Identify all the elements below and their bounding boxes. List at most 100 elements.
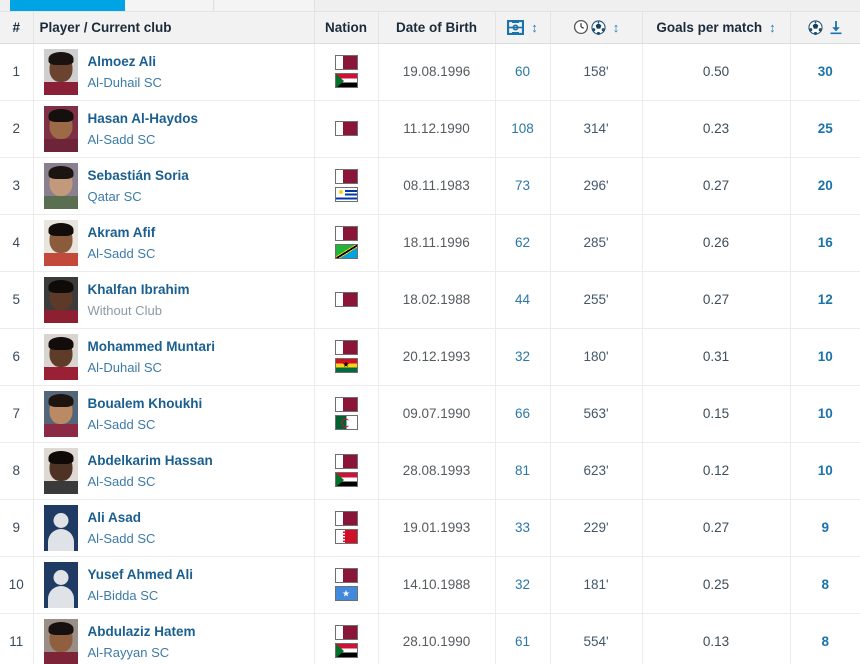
soccer-ball-icon xyxy=(591,20,606,35)
table-row[interactable]: 5 Khalfan Ibrahim Without Club 18.02.1988 44… xyxy=(0,271,860,329)
goals-cell: 8 xyxy=(790,556,860,614)
goals-per-match-cell: 0.13 xyxy=(642,613,791,664)
flag-qa-icon xyxy=(334,55,358,70)
table-row[interactable]: 3 Sebastián Soria Qatar SC 08.11.1983 73 296'… xyxy=(0,157,860,215)
goals-per-match-cell: 0.23 xyxy=(642,100,791,158)
goals-per-match-cell: 0.27 xyxy=(642,271,791,329)
club-name-link[interactable]: Al-Sadd SC xyxy=(88,473,213,490)
player-name-link[interactable]: Almoez Ali xyxy=(88,53,162,71)
flag-tz-icon xyxy=(334,244,358,259)
player-name-link[interactable]: Abdelkarim Hassan xyxy=(88,452,213,470)
tab-third[interactable] xyxy=(215,0,315,11)
appearances-cell: 32 xyxy=(495,556,551,614)
tab-active[interactable] xyxy=(10,0,125,11)
date-of-birth-cell: 08.11.1983 xyxy=(378,157,496,215)
table-row[interactable]: 6 Mohammed Muntari Al-Duhail SC 20.12.19933… xyxy=(0,328,860,386)
flag-uy-icon xyxy=(334,187,358,202)
club-name-link[interactable]: Al-Rayyan SC xyxy=(88,644,196,661)
column-header-goals[interactable] xyxy=(790,12,860,44)
nation-cell xyxy=(314,271,379,329)
date-of-birth-cell: 19.01.1993 xyxy=(378,499,496,557)
player-cell[interactable]: Mohammed Muntari Al-Duhail SC xyxy=(33,328,315,386)
table-row[interactable]: 8 Abdelkarim Hassan Al-Sadd SC 28.08.1993 81… xyxy=(0,442,860,500)
sort-toggle-goals-per-match-icon[interactable]: ↕ xyxy=(769,21,776,34)
flag-qa-icon xyxy=(334,454,358,469)
tab-strip-empty-area xyxy=(575,0,860,11)
tab-second[interactable] xyxy=(126,0,214,11)
sort-toggle-minutes-per-goal-icon[interactable]: ↕ xyxy=(613,21,620,34)
rank-cell: 4 xyxy=(0,214,34,272)
player-cell[interactable]: Hasan Al-Haydos Al-Sadd SC xyxy=(33,100,315,158)
player-cell[interactable]: Ali Asad Al-Sadd SC xyxy=(33,499,315,557)
appearances-cell: 81 xyxy=(495,442,551,500)
appearances-cell: 66 xyxy=(495,385,551,443)
club-name-link[interactable]: Al-Bidda SC xyxy=(88,587,194,604)
minutes-per-goal-cell: 285' xyxy=(550,214,643,272)
rank-cell: 5 xyxy=(0,271,34,329)
sort-descending-icon[interactable] xyxy=(829,20,843,35)
player-cell[interactable]: Abdulaziz Hatem Al-Rayyan SC xyxy=(33,613,315,664)
minutes-per-goal-cell: 255' xyxy=(550,271,643,329)
table-row[interactable]: 9 Ali Asad Al-Sadd SC 19.01.1993 33 229' 0.27 9 xyxy=(0,499,860,557)
goals-per-match-cell: 0.31 xyxy=(642,328,791,386)
table-row[interactable]: 10 Yusef Ahmed Ali Al-Bidda SC 14.10.198832… xyxy=(0,556,860,614)
club-name-link[interactable]: Al-Sadd SC xyxy=(88,530,156,547)
goals-cell: 25 xyxy=(790,100,860,158)
minutes-per-goal-cell: 314' xyxy=(550,100,643,158)
player-name-link[interactable]: Akram Afif xyxy=(88,224,156,242)
club-name-link[interactable]: Al-Duhail SC xyxy=(88,74,162,91)
player-photo xyxy=(43,618,78,664)
club-name-link[interactable]: Qatar SC xyxy=(88,188,189,205)
club-name-link[interactable]: Al-Sadd SC xyxy=(88,131,199,148)
column-header-goals-per-match[interactable]: Goals per match ↕ xyxy=(642,12,791,44)
table-row[interactable]: 11 Abdulaziz Hatem Al-Rayyan SC 28.10.1990 6… xyxy=(0,613,860,664)
player-photo xyxy=(43,162,78,209)
player-cell[interactable]: Yusef Ahmed Ali Al-Bidda SC xyxy=(33,556,315,614)
table-row[interactable]: 7 Boualem Khoukhi Al-Sadd SC 09.07.1990 66 56… xyxy=(0,385,860,443)
club-name-link[interactable]: Al-Sadd SC xyxy=(88,245,156,262)
player-name-link[interactable]: Ali Asad xyxy=(88,509,156,527)
column-header-appearances[interactable]: ↕ xyxy=(495,12,551,44)
nation-cell xyxy=(314,43,379,101)
player-cell[interactable]: Akram Afif Al-Sadd SC xyxy=(33,214,315,272)
player-name-link[interactable]: Khalfan Ibrahim xyxy=(88,281,190,299)
date-of-birth-cell: 18.02.1988 xyxy=(378,271,496,329)
goals-per-match-cell: 0.15 xyxy=(642,385,791,443)
player-name-link[interactable]: Sebastián Soria xyxy=(88,167,189,185)
column-header-minutes-per-goal[interactable]: ↕ xyxy=(550,12,643,44)
player-cell[interactable]: Sebastián Soria Qatar SC xyxy=(33,157,315,215)
table-body: 1 Almoez Ali Al-Duhail SC 19.08.1996 60 158' 0… xyxy=(0,43,860,664)
goals-per-match-cell: 0.25 xyxy=(642,556,791,614)
player-photo xyxy=(43,276,78,323)
player-name-link[interactable]: Abdulaziz Hatem xyxy=(88,623,196,641)
nation-cell xyxy=(314,157,379,215)
player-name-link[interactable]: Hasan Al-Haydos xyxy=(88,110,199,128)
appearances-cell: 60 xyxy=(495,43,551,101)
goals-cell: 10 xyxy=(790,442,860,500)
player-name-link[interactable]: Mohammed Muntari xyxy=(88,338,216,356)
table-row[interactable]: 2 Hasan Al-Haydos Al-Sadd SC 11.12.1990 108 3… xyxy=(0,100,860,158)
player-photo xyxy=(43,390,78,437)
minutes-per-goal-cell: 623' xyxy=(550,442,643,500)
goals-cell: 8 xyxy=(790,613,860,664)
table-row[interactable]: 1 Almoez Ali Al-Duhail SC 19.08.1996 60 158' 0… xyxy=(0,43,860,101)
player-name-link[interactable]: Yusef Ahmed Ali xyxy=(88,566,194,584)
table-header: # Player / Current club Nation Date of B… xyxy=(0,12,860,44)
rank-cell: 11 xyxy=(0,613,34,664)
appearances-cell: 33 xyxy=(495,499,551,557)
player-cell[interactable]: Boualem Khoukhi Al-Sadd SC xyxy=(33,385,315,443)
player-cell[interactable]: Abdelkarim Hassan Al-Sadd SC xyxy=(33,442,315,500)
player-cell[interactable]: Almoez Ali Al-Duhail SC xyxy=(33,43,315,101)
table-row[interactable]: 4 Akram Afif Al-Sadd SC 18.11.1996 62 285' 0.2… xyxy=(0,214,860,272)
date-of-birth-cell: 18.11.1996 xyxy=(378,214,496,272)
club-name-link[interactable]: Al-Duhail SC xyxy=(88,359,216,376)
flag-sd-icon xyxy=(334,643,358,658)
minutes-per-goal-cell: 229' xyxy=(550,499,643,557)
sort-toggle-appearances-icon[interactable]: ↕ xyxy=(531,21,538,34)
goals-per-match-cell: 0.27 xyxy=(642,157,791,215)
flag-qa-icon xyxy=(334,397,358,412)
player-name-link[interactable]: Boualem Khoukhi xyxy=(88,395,203,413)
club-name-link[interactable]: Al-Sadd SC xyxy=(88,416,203,433)
appearances-cell: 44 xyxy=(495,271,551,329)
player-cell[interactable]: Khalfan Ibrahim Without Club xyxy=(33,271,315,329)
